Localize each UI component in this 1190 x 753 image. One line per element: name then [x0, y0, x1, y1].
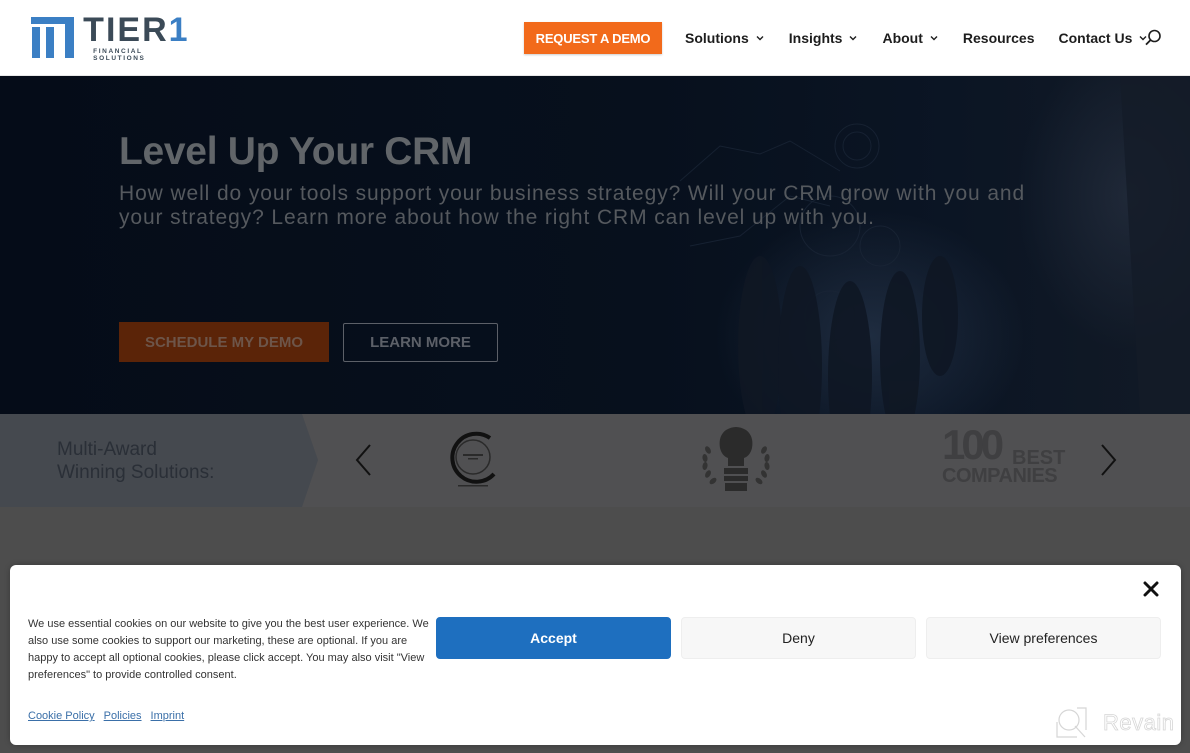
- learn-more-button[interactable]: LEARN MORE: [343, 323, 498, 362]
- nav-item-contact-us[interactable]: Contact Us: [1058, 30, 1148, 46]
- view-preferences-button[interactable]: View preferences: [926, 617, 1161, 659]
- laurel-winner-badge: [702, 427, 770, 491]
- nav-label: Insights: [788, 30, 843, 46]
- cookie-message: We use essential cookies on our website …: [28, 618, 429, 681]
- hero-title: Level Up Your CRM: [119, 130, 473, 173]
- awards-label-line2: Winning Solutions:: [57, 462, 215, 483]
- logo-mark-icon: [31, 17, 74, 59]
- nav-item-resources[interactable]: Resources: [963, 30, 1035, 46]
- nav-label: Contact Us: [1058, 30, 1133, 46]
- logo-wordmark: TIER1: [83, 11, 196, 49]
- badge-word-companies: COMPANIES: [942, 465, 1058, 487]
- request-demo-button[interactable]: REQUEST A DEMO: [524, 22, 662, 54]
- imprint-link[interactable]: Imprint: [151, 710, 185, 722]
- nav-label: About: [882, 30, 923, 46]
- close-icon[interactable]: [1141, 579, 1161, 599]
- tier1-logo[interactable]: TIER1 FINANCIAL SOLUTIONS: [31, 11, 196, 62]
- nav-item-insights[interactable]: Insights: [789, 30, 859, 46]
- revain-watermark: Revain: [1055, 706, 1174, 740]
- schedule-demo-button[interactable]: SCHEDULE MY DEMO: [119, 322, 329, 362]
- awards-label: Multi-Award Winning Solutions:: [57, 438, 214, 484]
- logo-text: TIER1 FINANCIAL SOLUTIONS: [83, 11, 196, 62]
- 100-best-companies-badge: 100 BEST COMPANIES: [940, 422, 1065, 488]
- logo-word-digit: 1: [168, 11, 190, 49]
- hero-subtitle: How well do your tools support your busi…: [119, 182, 1026, 229]
- search-icon[interactable]: [1143, 28, 1163, 48]
- chevron-down-icon: [756, 36, 764, 41]
- site-header: TIER1 FINANCIAL SOLUTIONS REQUEST A DEMO…: [0, 0, 1190, 76]
- circular-award-badge: [450, 431, 496, 487]
- chevron-left-icon[interactable]: [352, 442, 376, 478]
- nav-label: Resources: [962, 30, 1035, 46]
- nav-label: Solutions: [685, 30, 749, 46]
- cookie-links: Cookie Policy Policies Imprint: [28, 710, 184, 722]
- chevron-down-icon: [930, 36, 938, 41]
- policies-link[interactable]: Policies: [104, 710, 142, 722]
- hero-background-image: [679, 76, 1190, 414]
- revain-logo-icon: [1056, 707, 1087, 738]
- main-nav: Solutions Insights About Resources Conta…: [685, 28, 1172, 48]
- deny-cookies-button[interactable]: Deny: [681, 617, 916, 659]
- accept-cookies-button[interactable]: Accept: [436, 617, 671, 659]
- watermark-text: Revain: [1103, 710, 1175, 736]
- nav-item-about[interactable]: About: [882, 30, 938, 46]
- nav-item-solutions[interactable]: Solutions: [685, 30, 765, 46]
- badge-number: 100: [942, 421, 1004, 468]
- logo-tagline: FINANCIAL SOLUTIONS: [93, 48, 146, 62]
- awards-label-line1: Multi-Award: [57, 439, 157, 460]
- hero-section: Level Up Your CRM How well do your tools…: [0, 76, 1190, 414]
- logo-word-main: TIER: [83, 11, 169, 49]
- cookie-consent-banner: We use essential cookies on our website …: [10, 565, 1181, 745]
- cookie-policy-link[interactable]: Cookie Policy: [28, 710, 95, 722]
- awards-bar: Multi-Award Winning Solutions: 100 BEST …: [0, 414, 1190, 507]
- chevron-right-icon[interactable]: [1096, 442, 1120, 478]
- chevron-down-icon: [849, 36, 857, 41]
